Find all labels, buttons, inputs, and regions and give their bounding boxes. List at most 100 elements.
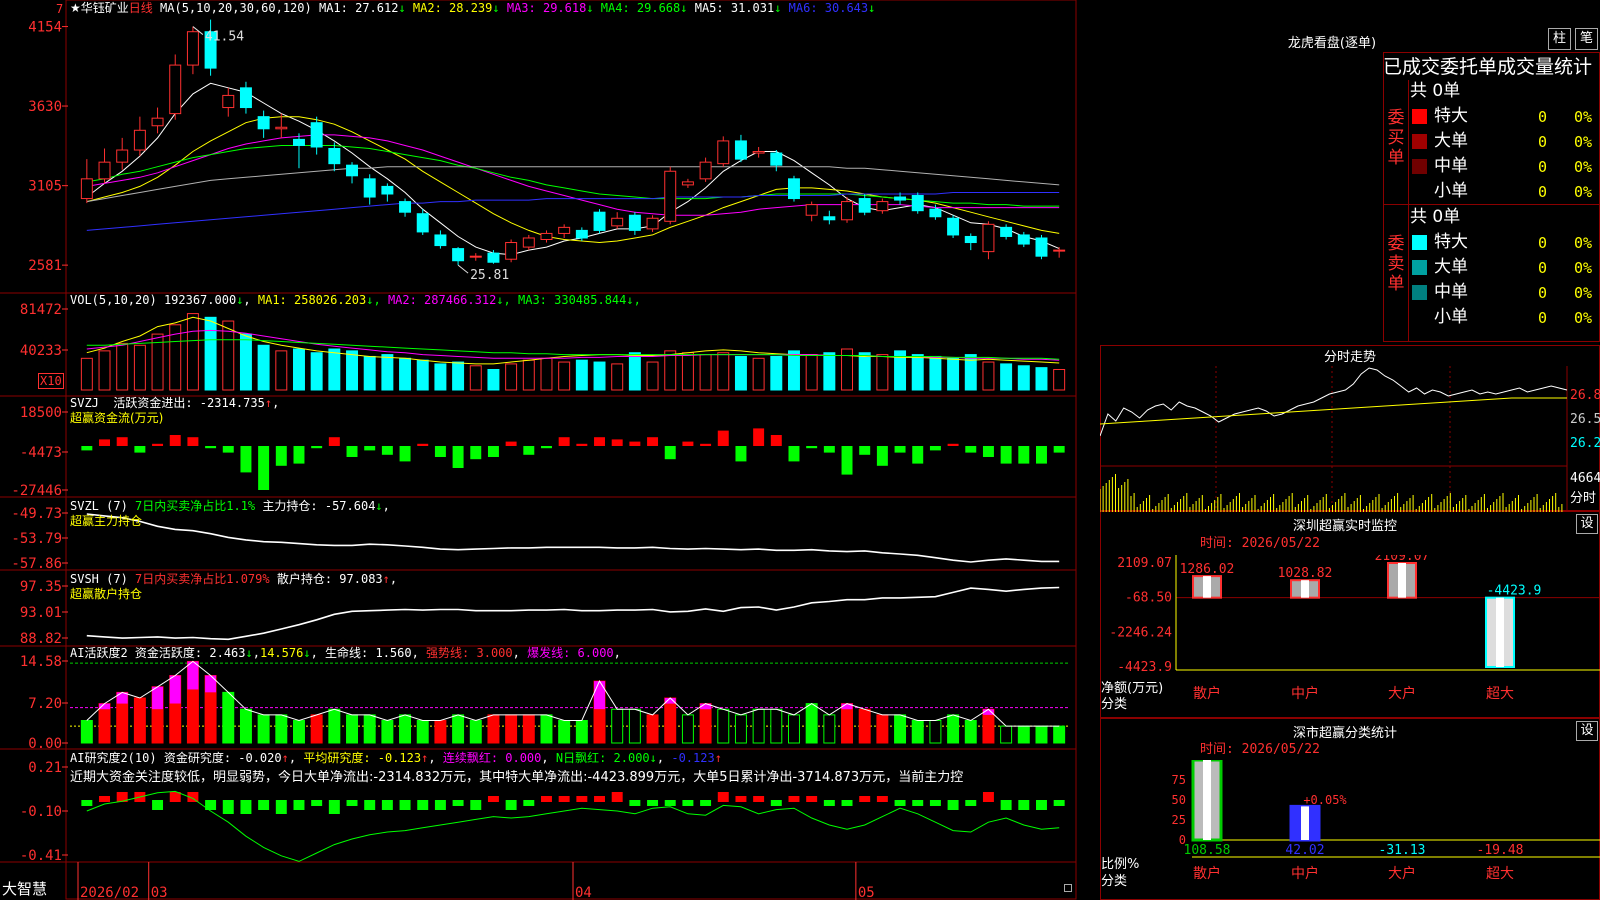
lhb-table-title: 已成交委托单成交量统计: [1383, 56, 1593, 78]
ai-bar: [805, 703, 818, 744]
monitor-bar-shine: [1496, 597, 1504, 667]
buy-orders-side-label: 委买单: [1387, 108, 1405, 168]
volume-bar: [363, 355, 376, 391]
buy-orders-total: 共 0单: [1410, 81, 1461, 101]
period-label[interactable]: 日线: [129, 1, 153, 15]
ai-bar: [381, 720, 394, 744]
ai-bar: [841, 703, 853, 744]
monitor-time: 时间: 2026/05/22: [1200, 536, 1320, 551]
intraday-chart[interactable]: 26.86 26.57 26.28 4664 分时: [1100, 366, 1600, 512]
volume-bar: [275, 350, 288, 391]
monitor-settings-button[interactable]: 设: [1576, 514, 1598, 534]
candle-body: [116, 149, 129, 163]
price-axis-tick: 4154: [28, 20, 62, 36]
classify-ylabel: 比例%: [1101, 857, 1140, 872]
vol-axis-tick: 81472: [20, 302, 62, 318]
ai-bar: [505, 714, 518, 744]
ai-bar: [416, 720, 429, 744]
volume-bar: [681, 352, 694, 391]
order-size-label: 特大: [1434, 106, 1468, 126]
svzj-value: 活跃资金进出: -2314.735: [113, 396, 265, 410]
candle-body: [275, 126, 288, 130]
kline-chart[interactable]: 4154 3630 3105 2581 41.54 25.81 81472 40233 1850…: [0, 0, 1078, 900]
candle-body: [1000, 226, 1013, 237]
order-count: 0: [1538, 259, 1548, 277]
svzj-bar: [311, 446, 323, 449]
candle-body: [805, 204, 818, 216]
svzj-bar: [753, 428, 765, 446]
svzj-bar: [417, 443, 429, 446]
monitor-value: 1028.82: [1278, 566, 1333, 581]
research-bar: [169, 792, 181, 802]
low-pointer: [457, 264, 469, 274]
candle-body: [770, 152, 783, 166]
svzj-bar: [894, 446, 906, 453]
candle-body: [734, 140, 747, 160]
intraday-avg-line: [1100, 397, 1567, 425]
candle-body: [982, 223, 995, 253]
tick-mode-button[interactable]: 笔: [1575, 28, 1598, 50]
research-bar: [399, 800, 411, 810]
svzj-bar: [576, 443, 588, 446]
svzj-bar: [434, 446, 446, 457]
research-bar: [346, 800, 358, 806]
volume-bar: [469, 365, 482, 391]
volume-bar: [239, 333, 252, 391]
research-bar: [381, 800, 393, 810]
monitor-bar-shine: [1301, 580, 1309, 598]
order-size-label: 大单: [1434, 257, 1468, 277]
research-axis-tick: -0.10: [20, 804, 62, 820]
svsh-axis-tick: 93.01: [20, 605, 62, 621]
research-bar: [452, 800, 464, 806]
ai-value2: 14.576: [259, 646, 304, 660]
candle-body: [628, 214, 641, 231]
research-value: 资金研究度: -0.020: [163, 751, 282, 765]
vol-indicator-name: VOL(5,10,20): [70, 293, 157, 307]
stock-name[interactable]: ★华钰矿业: [70, 1, 129, 15]
svzj-bar: [788, 446, 800, 462]
ai-bar: [239, 708, 252, 744]
date-label: 2026/02: [80, 885, 139, 900]
svzj-axis-tick: -4473: [20, 445, 62, 461]
order-percent: 0%: [1574, 183, 1593, 201]
research-bar: [594, 796, 605, 802]
ai-bar: [681, 714, 694, 744]
candle-body: [699, 161, 712, 180]
candle-body: [363, 178, 376, 198]
classify-bar-shine: [1203, 760, 1211, 840]
order-percent: 0%: [1574, 259, 1593, 277]
research-continuous-red: 连续飘红: 0.000: [442, 751, 542, 765]
ai-axis-tick: 14.58: [20, 654, 62, 670]
bar-mode-button[interactable]: 柱: [1548, 28, 1571, 50]
svzj-bar: [205, 446, 217, 449]
ai-bar: [257, 714, 270, 744]
ai-bar: [717, 708, 730, 744]
svzj-bar: [859, 446, 871, 455]
order-size-label: 中单: [1434, 156, 1468, 176]
ai-bar: [858, 708, 871, 744]
ai-bar: [434, 720, 447, 744]
research-bar: [982, 792, 994, 802]
research-bar: [788, 796, 800, 802]
classify-settings-button[interactable]: 设: [1576, 721, 1598, 741]
svsh-value: 散户持仓: 97.083: [276, 572, 383, 586]
ma-value-6: MA6: 30.643: [788, 1, 869, 15]
candle-body: [611, 217, 624, 227]
research-n-red: N日飘红: 2.000: [555, 751, 650, 765]
research-bar: [894, 800, 906, 806]
low-label: 25.81: [470, 268, 509, 283]
research-bar: [434, 800, 446, 810]
svzj-bar: [381, 446, 393, 455]
svzl-ratio: 7日内买卖净占比1.1%: [135, 499, 256, 513]
volume-bar: [116, 342, 129, 391]
intraday-vol-tick: 4664: [1570, 471, 1600, 486]
volume-bar: [1035, 367, 1048, 391]
volume-bar: [982, 361, 995, 391]
sell-orders-total: 共 0单: [1410, 207, 1461, 227]
lock-icon[interactable]: [1064, 884, 1072, 892]
candle-body: [841, 201, 853, 221]
monitor-bar-中户: [1290, 579, 1320, 599]
monitor-bar-超大: [1485, 596, 1515, 669]
research-bar: [558, 796, 570, 802]
vol-ma-value-1: MA1: 258026.203: [257, 293, 367, 307]
